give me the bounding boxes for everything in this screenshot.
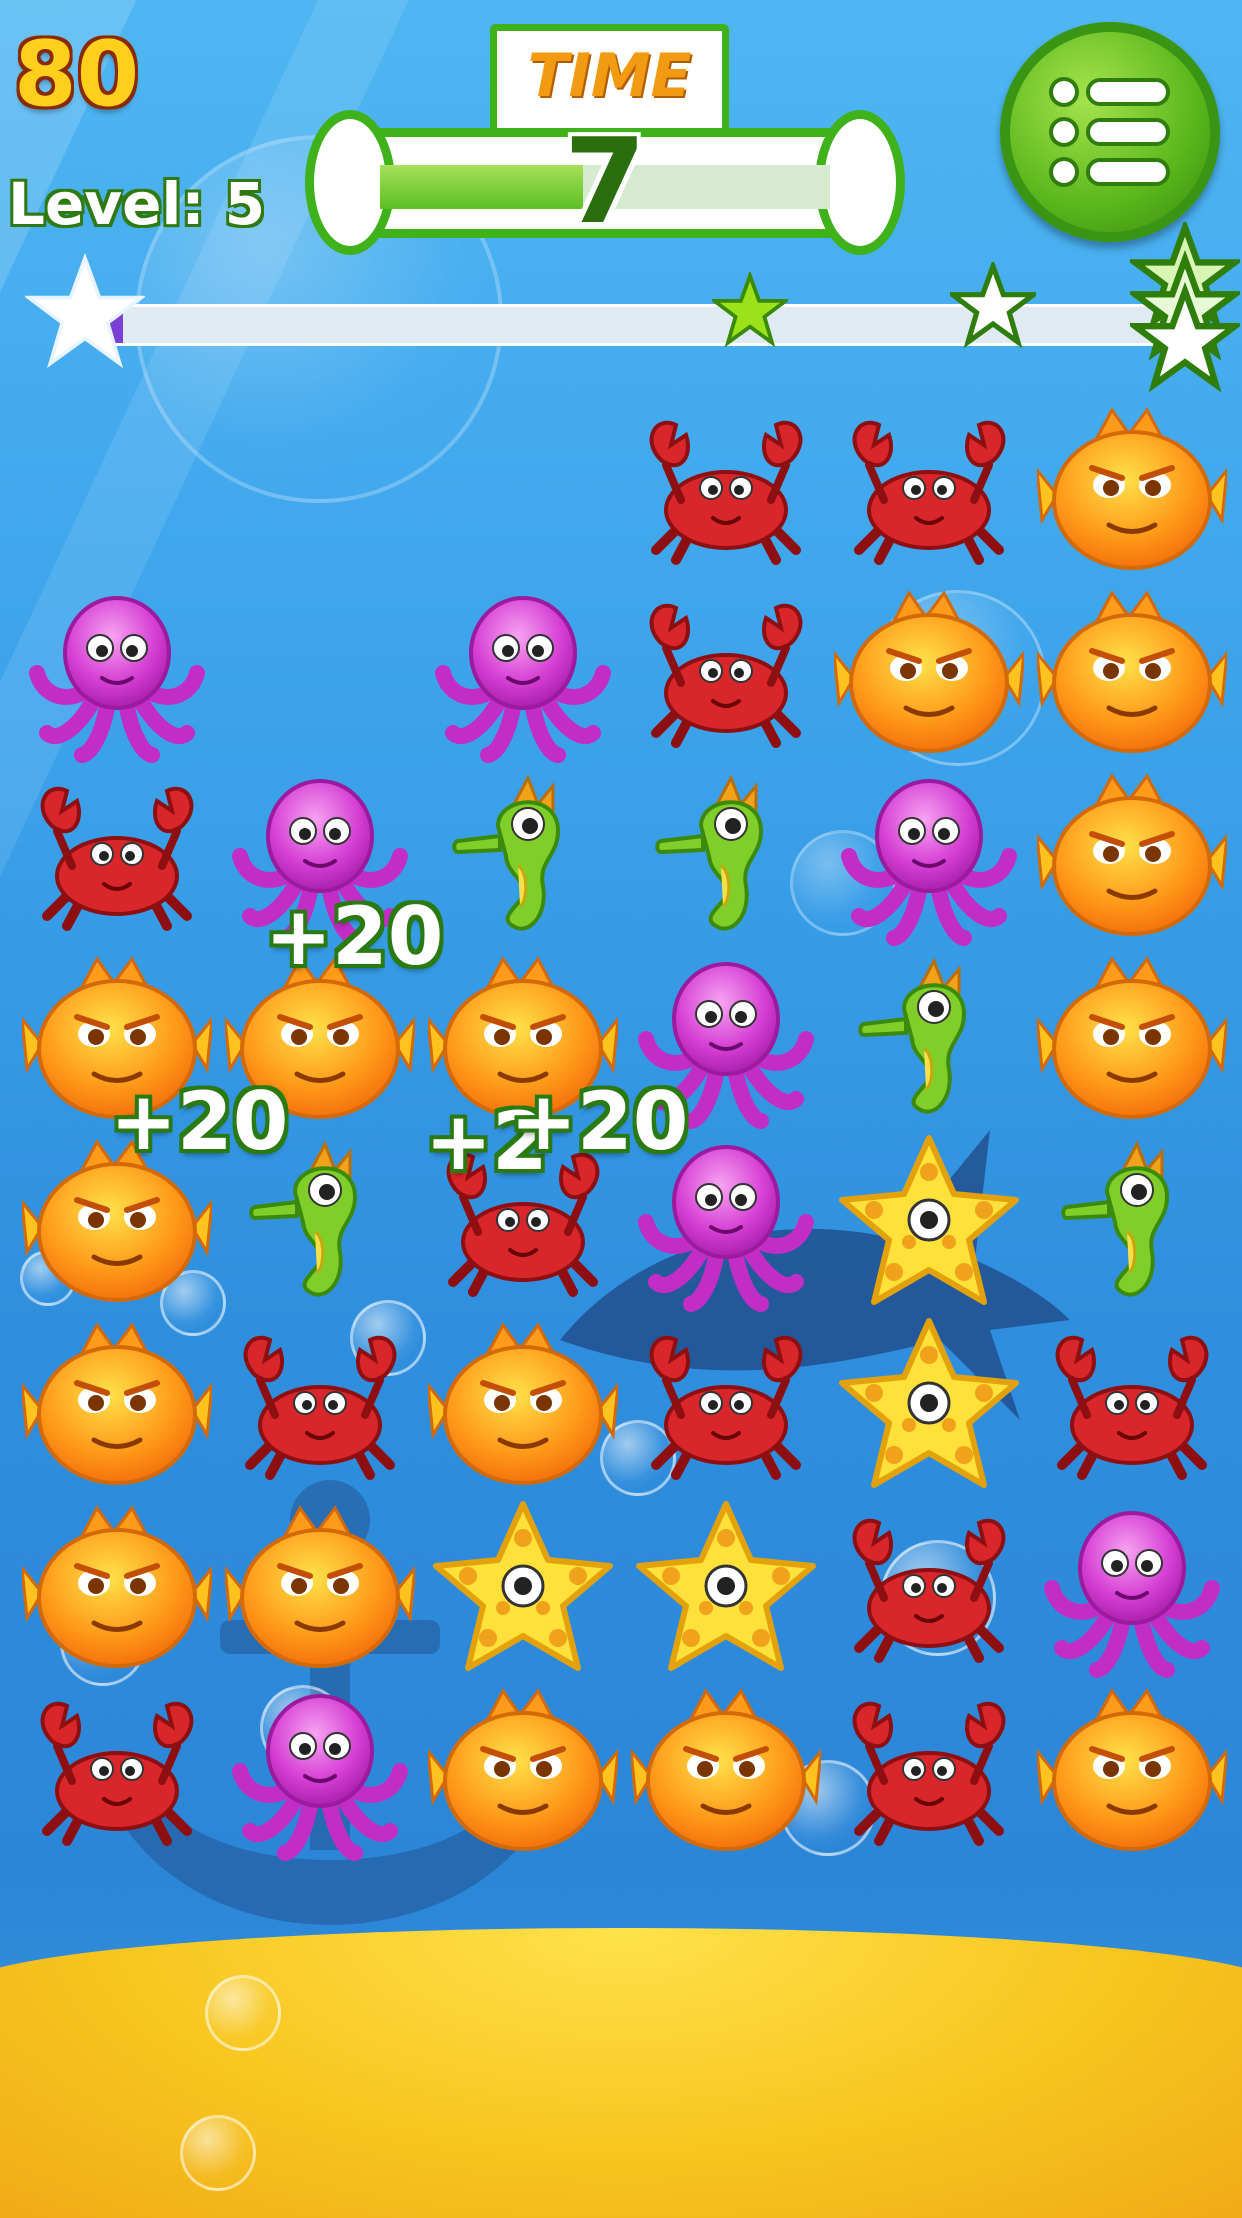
- tile-octopus[interactable]: [428, 583, 618, 763]
- tile-crab[interactable]: [834, 400, 1024, 580]
- octopus-icon: [435, 596, 611, 763]
- tile-seahorse[interactable]: [428, 766, 618, 946]
- bubble: [180, 2115, 256, 2191]
- tile-pufferfish[interactable]: [20, 1498, 214, 1678]
- tile-crab[interactable]: [225, 1315, 415, 1495]
- pufferfish-icon: [1035, 590, 1229, 753]
- score-popup: +20: [510, 1075, 689, 1168]
- octopus-icon: [1044, 1511, 1220, 1678]
- tile-octopus[interactable]: [22, 583, 212, 763]
- pufferfish-icon: [426, 1322, 620, 1485]
- tile-octopus[interactable]: [1037, 1498, 1227, 1678]
- tile-pufferfish[interactable]: [1035, 766, 1229, 946]
- tile-pufferfish[interactable]: [223, 1498, 417, 1678]
- pufferfish-icon: [223, 1505, 417, 1668]
- tile-starfish[interactable]: [428, 1498, 618, 1678]
- tile-crab[interactable]: [1037, 1315, 1227, 1495]
- tile-seahorse[interactable]: [834, 949, 1024, 1129]
- progress-start-star-icon: [25, 252, 145, 369]
- crab-icon: [649, 1335, 803, 1480]
- pufferfish-icon: [1035, 773, 1229, 936]
- crab-icon: [852, 1701, 1006, 1846]
- crab-icon: [649, 603, 803, 748]
- tile-pufferfish[interactable]: [1035, 949, 1229, 1129]
- pufferfish-icon: [426, 1688, 620, 1851]
- starfish-icon: [636, 1501, 816, 1671]
- tile-crab[interactable]: [22, 766, 212, 946]
- tile-seahorse[interactable]: [631, 766, 821, 946]
- tile-pufferfish[interactable]: [426, 1681, 620, 1861]
- crab-icon: [243, 1335, 397, 1480]
- crab-icon: [40, 786, 194, 931]
- seahorse-icon: [655, 774, 764, 931]
- tile-pufferfish[interactable]: [629, 1681, 823, 1861]
- tile-pufferfish[interactable]: [832, 583, 1026, 763]
- tile-starfish[interactable]: [631, 1498, 821, 1678]
- crab-icon: [852, 420, 1006, 565]
- tile-crab[interactable]: [834, 1681, 1024, 1861]
- score-popup: +20: [110, 1075, 289, 1168]
- tile-crab[interactable]: [834, 1498, 1024, 1678]
- seahorse-icon: [1061, 1140, 1170, 1297]
- pufferfish-icon: [1035, 956, 1229, 1119]
- bubble: [205, 1975, 281, 2051]
- score-value: 80: [14, 22, 140, 127]
- octopus-icon: [841, 779, 1017, 946]
- star-2-icon: [950, 262, 1036, 348]
- tile-seahorse[interactable]: [1037, 1132, 1227, 1312]
- star-1-icon: [712, 272, 788, 348]
- seahorse-icon: [452, 774, 561, 931]
- menu-button[interactable]: [1000, 22, 1220, 242]
- menu-list-icon: [1049, 77, 1170, 187]
- tile-crab[interactable]: [22, 1681, 212, 1861]
- tile-starfish[interactable]: [834, 1132, 1024, 1312]
- crab-icon: [1055, 1335, 1209, 1480]
- time-label: TIME: [527, 41, 692, 111]
- tile-crab[interactable]: [631, 1315, 821, 1495]
- octopus-icon: [232, 1694, 408, 1861]
- pufferfish-icon: [1035, 407, 1229, 570]
- pufferfish-icon: [1035, 1688, 1229, 1851]
- starfish-icon: [839, 1318, 1019, 1488]
- tile-pufferfish[interactable]: [426, 1315, 620, 1495]
- starfish-icon: [839, 1135, 1019, 1305]
- crab-icon: [40, 1701, 194, 1846]
- score-popup: +20: [265, 890, 444, 983]
- octopus-icon: [29, 596, 205, 763]
- time-bar: 7: [305, 110, 905, 255]
- level-label: Level: 5: [8, 170, 266, 238]
- tile-crab[interactable]: [631, 583, 821, 763]
- time-value: 7: [563, 112, 647, 250]
- star-progress-bar: [25, 222, 1240, 392]
- tile-octopus[interactable]: [225, 1681, 415, 1861]
- crab-icon: [852, 1518, 1006, 1663]
- pufferfish-icon: [20, 1505, 214, 1668]
- seahorse-icon: [858, 957, 967, 1114]
- star-3-icon: [1130, 222, 1240, 392]
- starfish-icon: [433, 1501, 613, 1671]
- tile-pufferfish[interactable]: [1035, 400, 1229, 580]
- tile-starfish[interactable]: [834, 1315, 1024, 1495]
- pufferfish-icon: [832, 590, 1026, 753]
- tile-octopus[interactable]: [834, 766, 1024, 946]
- tile-pufferfish[interactable]: [1035, 583, 1229, 763]
- pufferfish-icon: [20, 1322, 214, 1485]
- tile-pufferfish[interactable]: [1035, 1681, 1229, 1861]
- pufferfish-icon: [629, 1688, 823, 1851]
- tile-crab[interactable]: [631, 400, 821, 580]
- crab-icon: [649, 420, 803, 565]
- tile-pufferfish[interactable]: [20, 1315, 214, 1495]
